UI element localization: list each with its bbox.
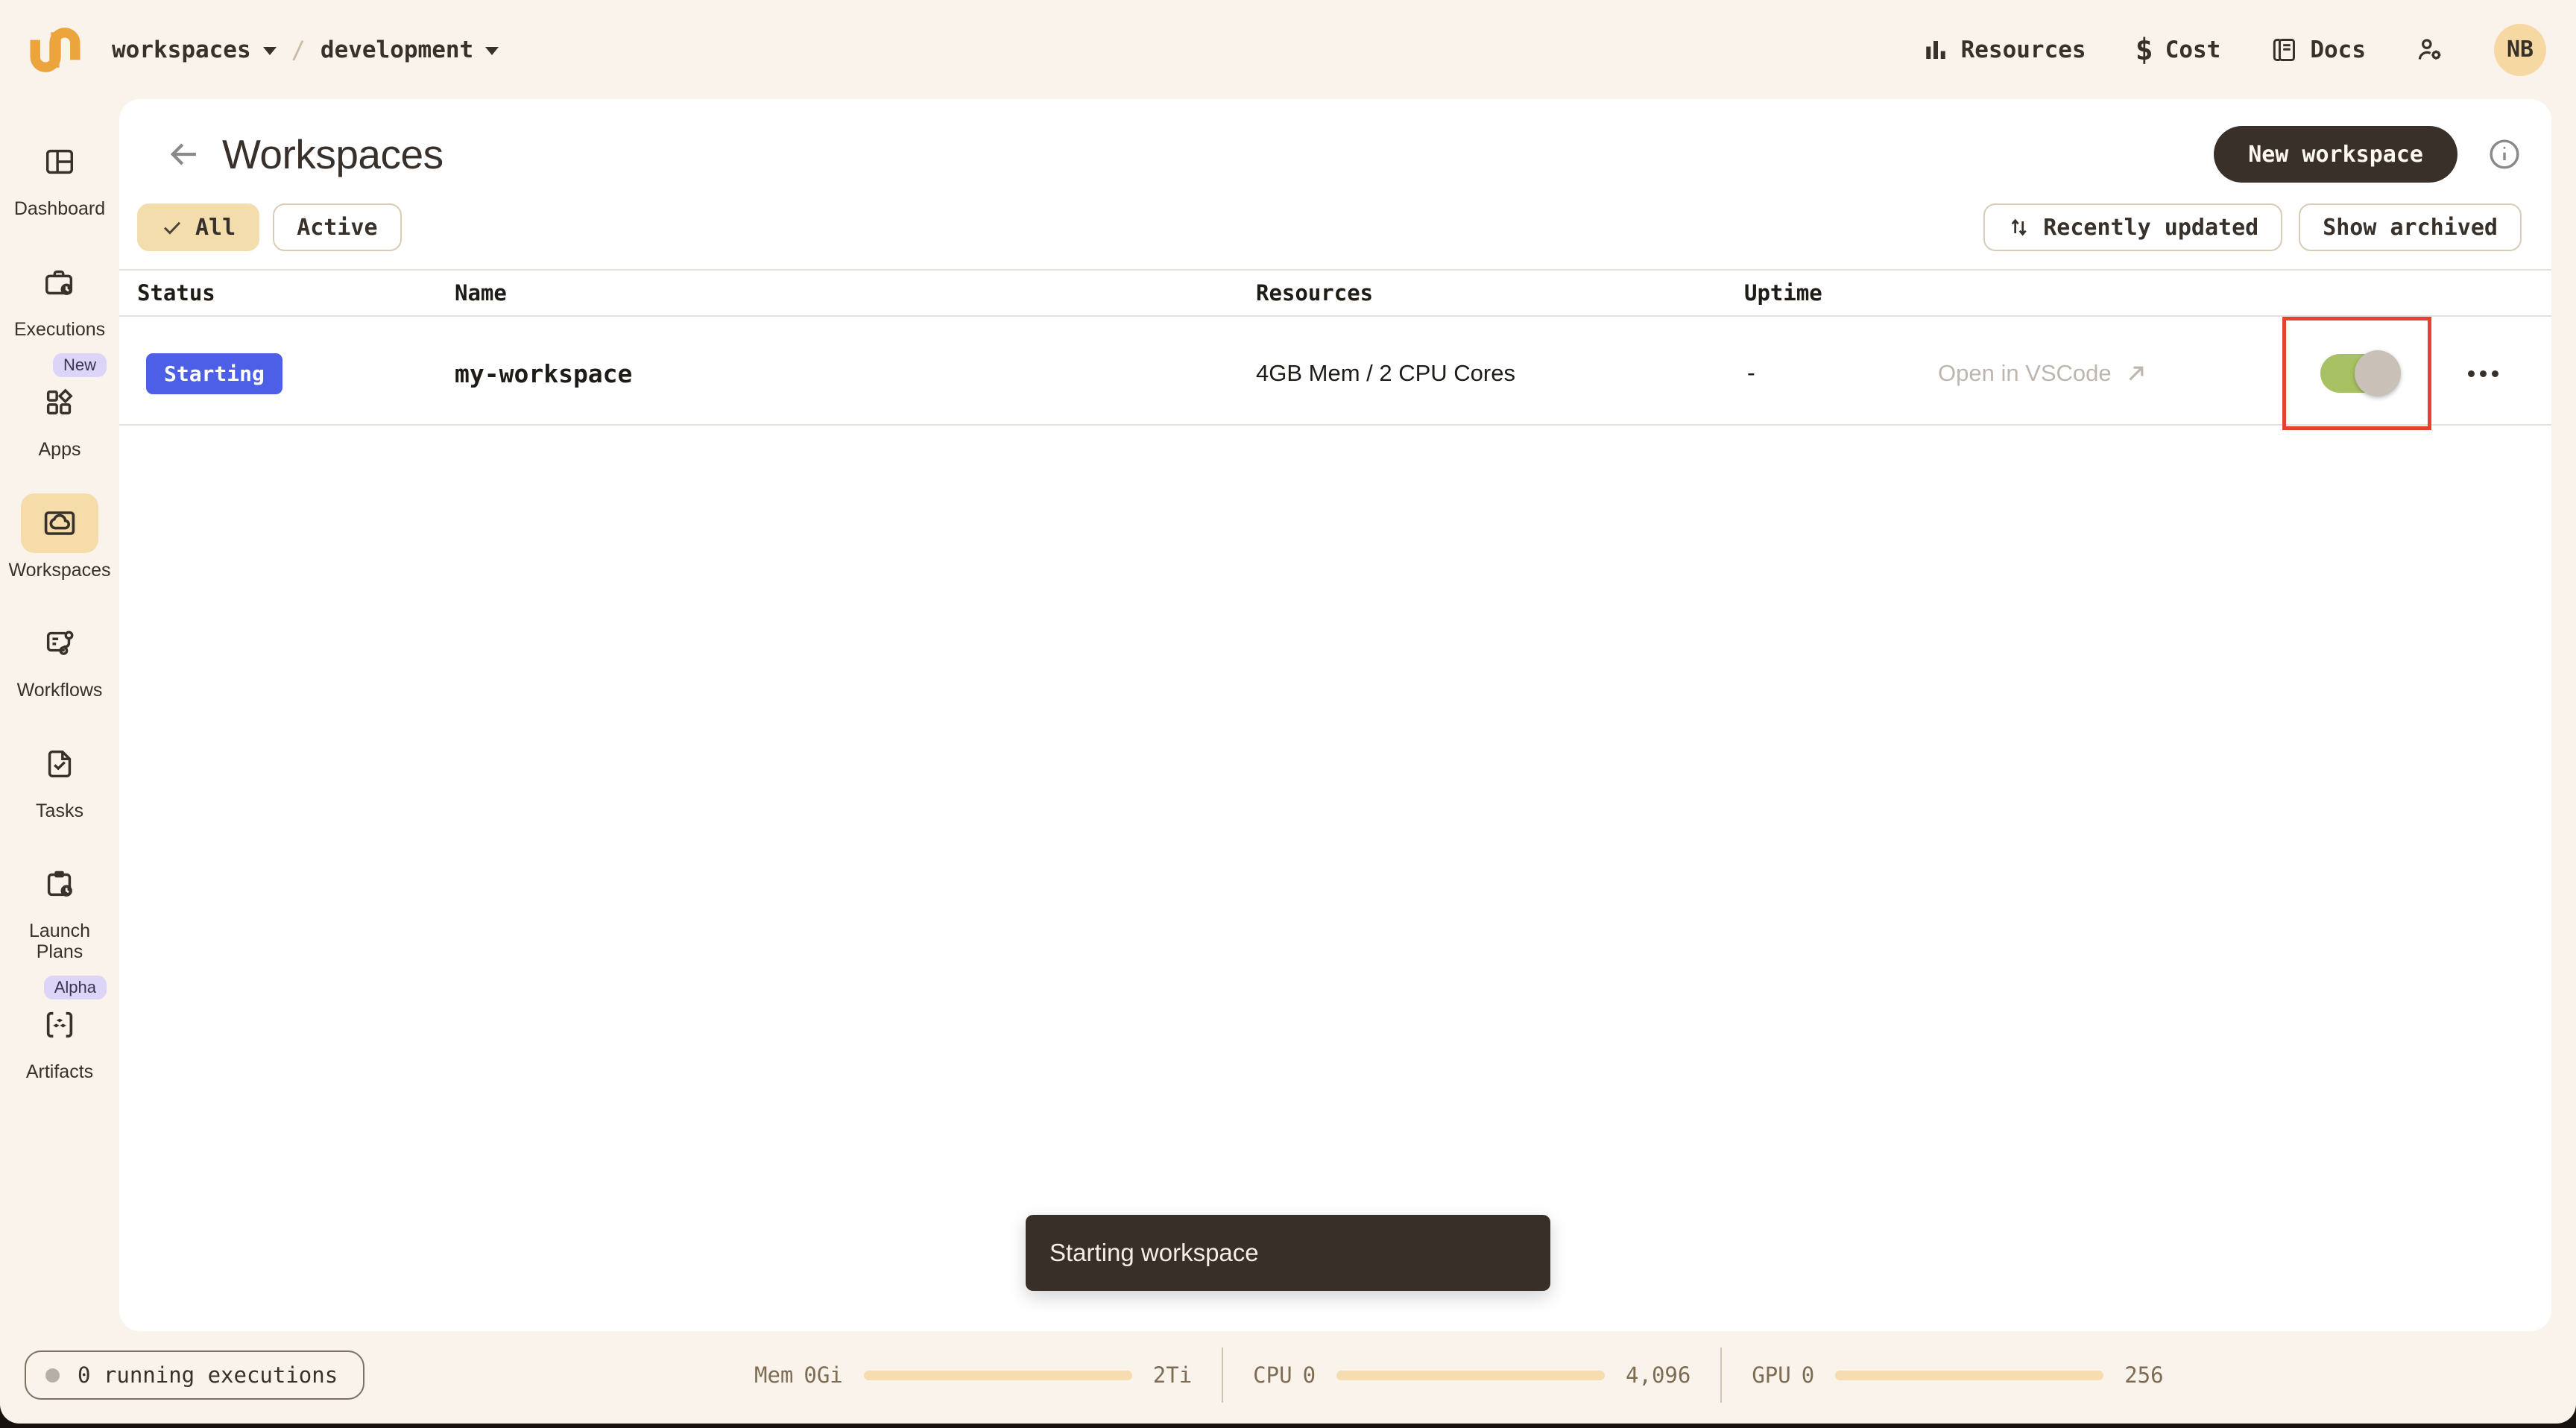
column-header-uptime: Uptime (1744, 280, 1822, 306)
running-executions-pill[interactable]: 0 running executions (25, 1350, 365, 1400)
workspace-uptime: - (1744, 360, 1758, 387)
ellipsis-icon (2468, 370, 2475, 377)
workflows-icon (46, 631, 74, 655)
sidebar-item-tasks[interactable]: Tasks (4, 734, 116, 822)
page-title: Workspaces (222, 131, 443, 177)
nav-docs[interactable]: Docs (2270, 36, 2366, 64)
bar-chart-icon (1925, 40, 1945, 59)
nav-resources[interactable]: Resources (1922, 37, 2086, 63)
back-button[interactable] (164, 135, 203, 174)
chevron-down-icon (262, 47, 277, 55)
resource-meters: Mem 0Gi 2Ti CPU 0 4,096 GPU 0 256 (754, 1348, 2164, 1403)
sort-button[interactable]: Recently updated (1983, 203, 2283, 251)
workspace-name: my-workspace (455, 358, 633, 388)
docs-icon (2273, 38, 2296, 61)
chevron-down-icon (485, 47, 499, 55)
table-row[interactable]: Starting my-workspace 4GB Mem / 2 CPU Co… (119, 317, 2551, 430)
user-gear-icon (2418, 38, 2441, 60)
cpu-meter: CPU 0 4,096 (1253, 1362, 1691, 1388)
filter-active-button[interactable]: Active (273, 203, 402, 251)
avatar[interactable]: NB (2494, 23, 2546, 76)
column-header-status: Status (137, 280, 215, 306)
status-badge: Starting (146, 353, 282, 394)
filter-bar: All Active Recently updated Show archive… (119, 203, 2551, 251)
mem-meter-bar (863, 1370, 1132, 1380)
union-logo-icon (30, 27, 80, 72)
column-header-name: Name (455, 280, 507, 306)
app-window: workspaces / development Resources $ Cos… (0, 0, 2576, 1424)
workspace-power-toggle[interactable] (2320, 350, 2401, 397)
table-header: Status Name Resources Uptime (119, 269, 2551, 317)
cpu-meter-bar (1336, 1370, 1606, 1380)
project-selector[interactable]: workspaces (112, 37, 277, 63)
arrow-left-icon (170, 143, 196, 165)
toast-message: Starting workspace (1049, 1239, 1259, 1266)
info-button[interactable] (2487, 137, 2522, 171)
breadcrumb-separator: / (291, 35, 306, 64)
new-badge: New (52, 353, 107, 377)
dollar-icon: $ (2135, 32, 2153, 67)
launch-plans-icon (47, 871, 72, 897)
breadcrumb: workspaces / development (112, 36, 499, 64)
mem-meter: Mem 0Gi 2Ti (754, 1362, 1193, 1388)
toast-notification: Starting workspace (1026, 1215, 1550, 1291)
top-bar: workspaces / development Resources $ Cos… (0, 0, 2576, 99)
sidebar-item-workspaces[interactable]: Workspaces (4, 493, 116, 581)
filter-all-button[interactable]: All (137, 203, 260, 251)
new-workspace-button[interactable]: New workspace (2214, 126, 2457, 183)
external-link-icon (2129, 366, 2144, 381)
sidebar-item-dashboard[interactable]: Dashboard (4, 132, 116, 220)
nav-cost[interactable]: $ Cost (2135, 33, 2221, 67)
workspaces-icon (44, 511, 75, 535)
sort-arrows-icon (2011, 218, 2027, 236)
info-icon (2490, 139, 2519, 169)
open-in-vscode-link[interactable]: Open in VSCode (1938, 360, 2280, 387)
tasks-icon (48, 750, 72, 777)
check-icon (163, 221, 181, 235)
sidebar-item-workflows[interactable]: Workflows (4, 613, 116, 701)
annotation-highlight-box (2282, 317, 2431, 430)
row-actions-menu-button[interactable] (2460, 363, 2506, 385)
executions-icon (45, 270, 73, 295)
sidebar-item-executions[interactable]: Executions (4, 253, 116, 341)
divider (1720, 1348, 1723, 1403)
active-item-highlight (21, 493, 98, 553)
top-nav: Resources $ Cost Docs NB (1922, 23, 2546, 76)
sidebar-item-apps[interactable]: New Apps (4, 353, 116, 461)
workspace-resources: 4GB Mem / 2 CPU Cores (1256, 360, 1515, 386)
toggle-knob (2354, 350, 2401, 397)
gpu-meter: GPU 0 256 (1752, 1362, 2164, 1388)
page-header: Workspaces New workspace (119, 99, 2551, 183)
project-name: workspaces (112, 36, 251, 63)
divider (1222, 1348, 1224, 1403)
main-panel: Workspaces New workspace All Active Rece… (119, 99, 2551, 1331)
apps-icon (46, 388, 73, 415)
domain-name: development (320, 36, 474, 63)
show-archived-button[interactable]: Show archived (2299, 203, 2522, 251)
workspaces-table: Status Name Resources Uptime Starting my… (119, 269, 2551, 430)
column-header-resources: Resources (1256, 280, 1374, 306)
sidebar-item-artifacts[interactable]: Alpha Artifacts (4, 976, 116, 1083)
alpha-badge: Alpha (43, 976, 107, 999)
dashboard-icon (45, 149, 74, 174)
gpu-meter-bar (1835, 1370, 2104, 1380)
domain-selector[interactable]: development (321, 37, 499, 63)
artifacts-icon (46, 1011, 73, 1038)
sidebar-item-launch-plans[interactable]: Launch Plans (4, 854, 116, 962)
status-dot-icon (45, 1368, 60, 1383)
admin-settings-button[interactable] (2415, 35, 2445, 65)
sidebar: Dashboard Executions New Apps Workspaces… (0, 99, 119, 1330)
